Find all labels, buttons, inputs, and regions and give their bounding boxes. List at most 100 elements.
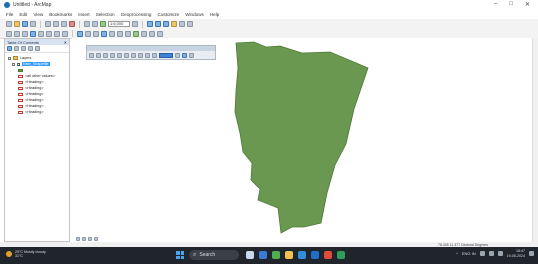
undo-icon[interactable] [84, 21, 90, 27]
menu-bookmarks[interactable]: Bookmarks [49, 12, 72, 17]
tool-button-icon[interactable] [145, 53, 150, 58]
clock[interactable]: 18:47 19-05-2024 [507, 249, 525, 258]
data-view-icon[interactable] [76, 237, 80, 241]
tool-button-icon[interactable] [138, 53, 143, 58]
select-features-icon[interactable] [77, 30, 83, 37]
open-folder-icon[interactable] [14, 21, 20, 27]
store-icon[interactable] [311, 251, 319, 259]
tool-button-icon[interactable] [89, 53, 94, 58]
fill-symbol-icon[interactable] [18, 68, 23, 72]
zoom-in-icon[interactable] [6, 30, 12, 37]
find-icon[interactable] [133, 30, 139, 37]
menu-file[interactable]: File [6, 12, 13, 17]
weather-widget[interactable]: 29°C Mostly cloudy 31°C [6, 250, 46, 258]
map-data-view[interactable] [72, 38, 532, 238]
symbol-icon[interactable] [18, 110, 23, 114]
list-by-drawing-order-icon[interactable] [7, 46, 12, 51]
map-canvas[interactable] [72, 38, 532, 238]
chat-icon[interactable] [272, 251, 280, 259]
pan-icon[interactable] [22, 30, 28, 37]
copy-icon[interactable] [53, 21, 59, 27]
edge-browser-icon[interactable] [298, 251, 306, 259]
zoom-out-icon[interactable] [14, 30, 20, 37]
menu-customize[interactable]: Customize [158, 12, 180, 17]
refresh-view-icon[interactable] [88, 237, 92, 241]
battery-icon[interactable] [497, 251, 503, 256]
full-extent-icon[interactable] [30, 30, 36, 37]
tray-overflow-icon[interactable]: ^ [456, 251, 458, 256]
start-button[interactable] [176, 251, 184, 259]
symbol-icon[interactable] [18, 74, 23, 78]
layer-visibility-checkbox[interactable] [17, 62, 20, 66]
layer-dropdown[interactable] [159, 53, 173, 58]
layers-root-label[interactable]: Layers [20, 56, 31, 60]
cut-icon[interactable] [45, 21, 51, 27]
menu-geoprocessing[interactable]: Geoprocessing [121, 12, 152, 17]
search-window-icon[interactable] [163, 21, 169, 27]
symbol-icon[interactable] [18, 104, 23, 108]
select-elements-icon[interactable] [93, 30, 99, 37]
chrome-icon[interactable] [324, 251, 332, 259]
toc-close-icon[interactable]: ✕ [64, 40, 67, 45]
menu-help[interactable]: Help [210, 12, 219, 17]
list-by-visibility-icon[interactable] [21, 46, 26, 51]
wifi-icon[interactable] [479, 251, 485, 256]
fixed-zoom-out-icon[interactable] [46, 30, 52, 37]
tool-button-icon[interactable] [131, 53, 136, 58]
copilot-icon[interactable] [246, 251, 254, 259]
legend-class-row[interactable]: <Heading> [8, 109, 66, 115]
menu-windows[interactable]: Windows [185, 12, 204, 17]
hyperlink-icon[interactable] [109, 30, 115, 37]
table-of-contents-icon[interactable] [147, 21, 153, 27]
list-by-selection-icon[interactable] [28, 46, 33, 51]
menu-view[interactable]: View [33, 12, 43, 17]
menu-edit[interactable]: Edit [19, 12, 27, 17]
catalog-icon[interactable] [155, 21, 161, 27]
arcmap-taskbar-icon[interactable] [337, 251, 345, 259]
volume-icon[interactable] [488, 251, 494, 256]
tool-button-icon[interactable] [103, 53, 108, 58]
new-document-icon[interactable] [6, 21, 12, 27]
pause-drawing-icon[interactable] [94, 237, 98, 241]
maximize-button[interactable]: □ [509, 1, 513, 8]
tool-button-icon[interactable] [124, 53, 129, 58]
menu-selection[interactable]: Selection [96, 12, 115, 17]
tool-button-icon[interactable] [117, 53, 122, 58]
html-popup-icon[interactable] [117, 30, 123, 37]
back-extent-icon[interactable] [54, 30, 60, 37]
notifications-icon[interactable] [529, 251, 534, 256]
tool-button-icon[interactable] [96, 53, 101, 58]
model-builder-icon[interactable] [187, 21, 193, 27]
python-window-icon[interactable] [179, 21, 185, 27]
go-to-xy-icon[interactable] [149, 30, 155, 37]
tool-button-icon[interactable] [189, 53, 194, 58]
map-scale-input[interactable]: 1:6,000 [108, 21, 130, 27]
language-indicator[interactable]: ENG IN [462, 251, 476, 256]
symbol-icon[interactable] [18, 98, 23, 102]
arctoolbox-icon[interactable] [171, 21, 177, 27]
layout-view-icon[interactable] [82, 237, 86, 241]
clear-selection-icon[interactable] [85, 30, 91, 37]
delete-icon[interactable] [69, 21, 75, 27]
tool-button-icon[interactable] [152, 53, 157, 58]
list-by-source-icon[interactable] [14, 46, 19, 51]
tool-button-icon[interactable] [175, 53, 180, 58]
measure-icon[interactable] [125, 30, 131, 37]
toc-options-icon[interactable] [35, 46, 40, 51]
minimize-button[interactable]: – [494, 1, 497, 8]
collapse-icon[interactable] [8, 56, 11, 60]
find-route-icon[interactable] [141, 30, 147, 37]
taskbar-search-box[interactable]: ⌕ Search [189, 250, 239, 260]
add-data-icon[interactable] [100, 21, 106, 27]
layer-name[interactable]: New_Shapefile [22, 62, 50, 66]
tool-button-icon[interactable] [182, 53, 187, 58]
save-icon[interactable] [22, 21, 28, 27]
fixed-zoom-in-icon[interactable] [38, 30, 44, 37]
time-slider-icon[interactable] [157, 30, 163, 37]
floating-toolbar[interactable] [86, 45, 216, 60]
editor-toolbar-icon[interactable] [132, 21, 138, 27]
close-button[interactable]: ✕ [525, 1, 530, 8]
identify-icon[interactable] [101, 30, 107, 37]
file-explorer-icon[interactable] [285, 251, 293, 259]
parcel-polygon[interactable] [234, 41, 369, 234]
